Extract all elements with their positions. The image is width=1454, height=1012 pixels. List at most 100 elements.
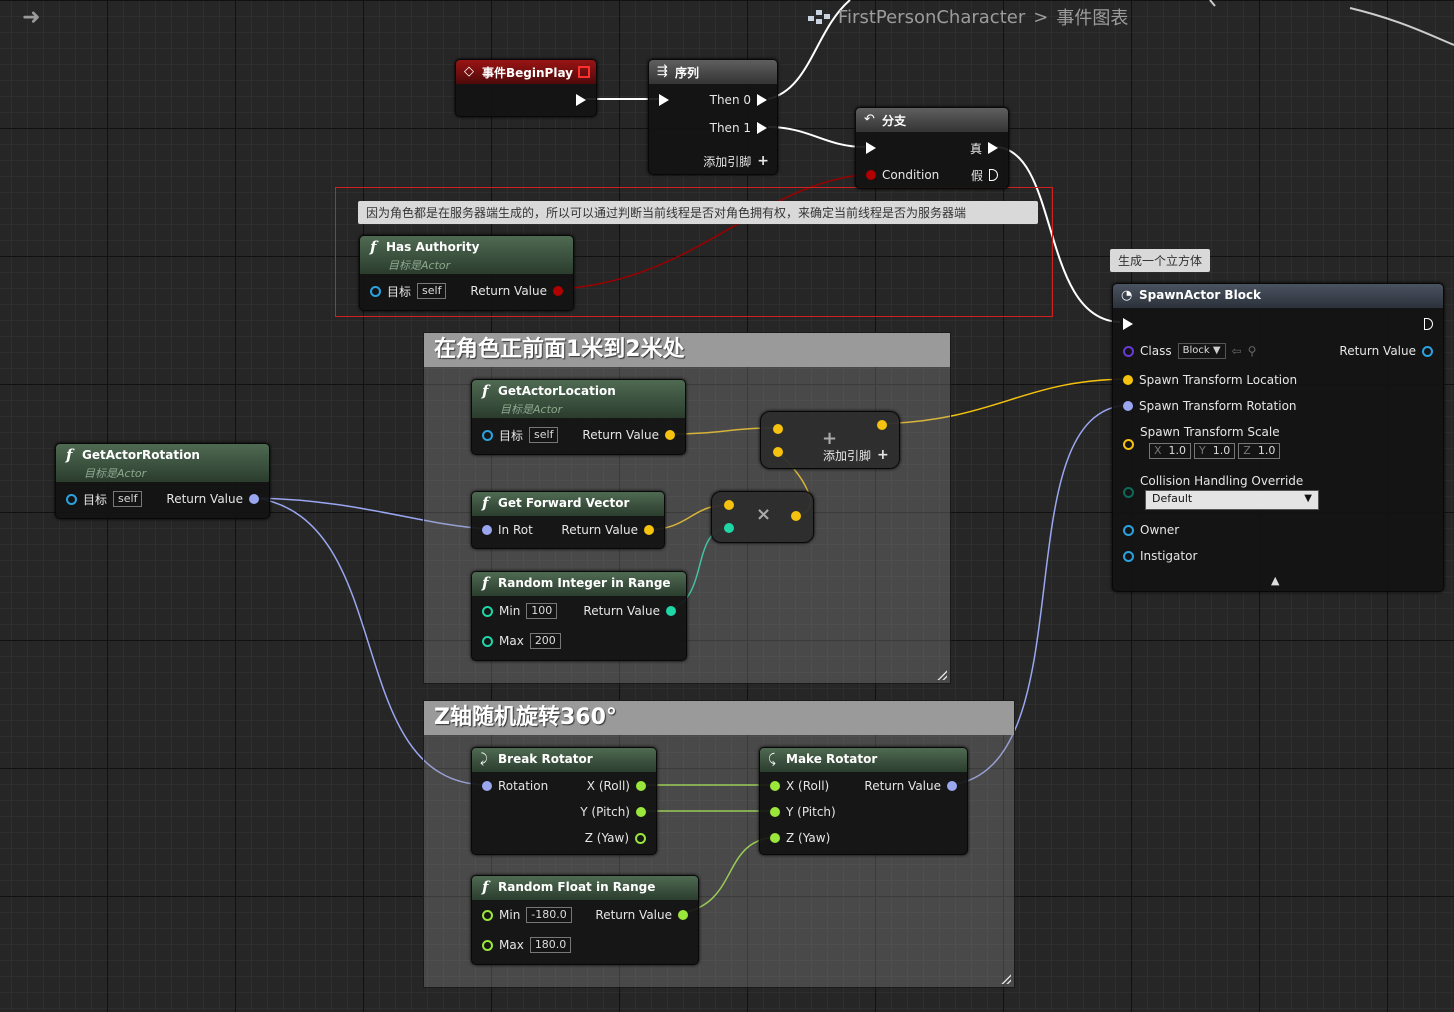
use-selected-arrow-icon[interactable]: ⇦: [1232, 344, 1242, 358]
then1-pin[interactable]: Then 1: [710, 120, 767, 136]
scale-x-input[interactable]: X 1.0: [1149, 443, 1192, 459]
float-pin-icon: [770, 781, 780, 791]
collision-pin[interactable]: Collision Handling Override: [1123, 473, 1303, 498]
spawn-comment-bubble[interactable]: 生成一个立方体: [1110, 249, 1211, 272]
scale-y-input[interactable]: Y 1.0: [1194, 443, 1236, 459]
max-value-input[interactable]: 180.0: [529, 937, 572, 953]
return-pin[interactable]: Return Value: [1339, 343, 1433, 359]
stop-square-icon: [578, 66, 590, 78]
collapse-advanced-icon[interactable]: ▲: [1271, 574, 1279, 587]
return-pin[interactable]: Return Value: [561, 522, 654, 538]
node-header: ⤸ Break Rotator: [472, 748, 656, 772]
exec-out-pin[interactable]: [576, 92, 586, 108]
vector-pin-icon[interactable]: [773, 424, 783, 434]
false-pin[interactable]: 假: [971, 167, 998, 183]
spawn-scale-pin[interactable]: Spawn Transform Scale: [1123, 424, 1280, 450]
vector-pin-icon[interactable]: [791, 511, 801, 521]
node-get-actor-location[interactable]: f GetActorLocation 目标是Actor 目标 self Retur…: [471, 379, 686, 455]
true-pin[interactable]: 真: [970, 140, 998, 156]
return-pin[interactable]: Return Value: [583, 603, 676, 619]
spawn-location-pin[interactable]: Spawn Transform Location: [1123, 372, 1297, 388]
exec-in-pin[interactable]: [866, 140, 876, 156]
node-vector-multiply[interactable]: ×: [711, 491, 814, 543]
node-sequence[interactable]: ⇶ 序列 Then 0 Then 1 添加引脚 +: [648, 59, 778, 175]
return-pin[interactable]: Return Value: [470, 283, 563, 299]
function-icon: f: [482, 494, 489, 512]
exec-pin-icon: [988, 142, 998, 154]
vector-pin-icon[interactable]: [773, 447, 783, 457]
node-break-rotator[interactable]: ⤸ Break Rotator Rotation X (Roll) Y (Pit…: [471, 747, 657, 855]
min-value-input[interactable]: 100: [526, 603, 558, 619]
condition-pin[interactable]: Condition: [866, 167, 939, 183]
vector-pin-icon[interactable]: [877, 420, 887, 430]
min-pin[interactable]: Min 100: [482, 603, 558, 619]
exec-in-pin[interactable]: [1123, 316, 1133, 332]
bool-pin-icon: [553, 286, 563, 296]
x-roll-pin[interactable]: X (Roll): [587, 778, 646, 794]
z-yaw-pin[interactable]: Z (Yaw): [585, 830, 646, 846]
group-title[interactable]: Z轴随机旋转360°: [424, 701, 1014, 735]
resize-grip-icon[interactable]: [935, 668, 947, 680]
node-vector-add[interactable]: + 添加引脚 +: [760, 411, 900, 469]
z-yaw-pin[interactable]: Z (Yaw): [770, 830, 830, 846]
return-pin[interactable]: Return Value: [864, 778, 957, 794]
scale-z-input[interactable]: Z 1.0: [1238, 443, 1281, 459]
pin-label: Min: [499, 604, 521, 618]
node-random-integer[interactable]: f Random Integer in Range Min 100 Max 200 …: [471, 571, 687, 661]
rotation-pin[interactable]: Rotation: [482, 778, 548, 794]
resize-grip-icon[interactable]: [999, 972, 1011, 984]
pin-label: 添加引脚: [703, 154, 752, 169]
node-get-forward-vector[interactable]: f Get Forward Vector In Rot Return Value: [471, 491, 665, 549]
browse-search-icon[interactable]: ⚲: [1248, 344, 1257, 358]
min-pin[interactable]: Min -180.0: [482, 907, 572, 923]
node-make-rotator[interactable]: ⤹ Make Rotator X (Roll) Y (Pitch) Z (Yaw…: [759, 747, 968, 855]
return-pin[interactable]: Return Value: [166, 491, 259, 507]
in-rot-pin[interactable]: In Rot: [482, 522, 533, 538]
node-random-float[interactable]: f Random Float in Range Min -180.0 Max 180…: [471, 875, 699, 965]
max-pin[interactable]: Max 180.0: [482, 937, 572, 953]
authority-comment-bubble[interactable]: 因为角色都是在服务器端生成的，所以可以通过判断当前线程是否对角色拥有权，来确定当…: [358, 201, 1038, 224]
vector-pin-icon[interactable]: [724, 500, 734, 510]
node-has-authority[interactable]: f Has Authority 目标是Actor 目标 self Return V…: [359, 235, 574, 311]
instigator-pin[interactable]: Instigator: [1123, 548, 1197, 564]
target-pin[interactable]: 目标 self: [370, 283, 447, 299]
exec-pin-hollow-icon: [989, 169, 998, 181]
target-pin[interactable]: 目标 self: [482, 427, 559, 443]
breadcrumb-root[interactable]: FirstPersonCharacter: [838, 7, 1025, 28]
pin-label: 添加引脚: [823, 448, 872, 463]
target-pin[interactable]: 目标 self: [66, 491, 143, 507]
exec-in-pin[interactable]: [659, 92, 669, 108]
int-pin-icon[interactable]: [724, 523, 734, 533]
class-pin[interactable]: Class Block ▼ ⇦ ⚲: [1123, 343, 1256, 359]
pin-label: Z (Yaw): [584, 831, 629, 845]
class-dropdown[interactable]: Block ▼: [1177, 343, 1226, 359]
max-pin[interactable]: Max 200: [482, 633, 561, 649]
spawn-rotation-pin[interactable]: Spawn Transform Rotation: [1123, 398, 1297, 414]
then0-pin[interactable]: Then 0: [710, 92, 767, 108]
breadcrumb-current[interactable]: 事件图表: [1056, 4, 1128, 30]
node-event-beginplay[interactable]: ◇ 事件BeginPlay: [455, 59, 597, 117]
y-pitch-pin[interactable]: Y (Pitch): [580, 804, 646, 820]
group-title[interactable]: 在角色正前面1米到2米处: [424, 333, 950, 367]
exec-out-pin[interactable]: [1424, 316, 1433, 332]
pin-label: Return Value: [583, 604, 660, 618]
return-pin[interactable]: Return Value: [595, 907, 688, 923]
class-value: Block: [1182, 345, 1210, 356]
node-branch[interactable]: ↶ 分支 真 Condition 假: [855, 107, 1009, 189]
min-value-input[interactable]: -180.0: [526, 907, 572, 923]
back-arrow-icon[interactable]: ➜: [22, 5, 40, 30]
x-roll-pin[interactable]: X (Roll): [770, 778, 829, 794]
owner-pin[interactable]: Owner: [1123, 522, 1179, 538]
node-spawn-actor[interactable]: ◔ SpawnActor Block Class Block ▼ ⇦ ⚲ Ret…: [1112, 283, 1444, 592]
collision-dropdown[interactable]: Default ▼: [1145, 490, 1319, 510]
add-pin-button[interactable]: 添加引脚 +: [823, 447, 889, 463]
y-pitch-pin[interactable]: Y (Pitch): [770, 804, 836, 820]
node-get-actor-rotation[interactable]: f GetActorRotation 目标是Actor 目标 self Retur…: [55, 443, 270, 519]
multiply-operator-icon: ×: [756, 504, 772, 525]
max-value-input[interactable]: 200: [529, 633, 561, 649]
add-pin-button[interactable]: 添加引脚 +: [703, 153, 769, 169]
node-title: GetActorLocation: [498, 384, 616, 398]
pin-label: Owner: [1140, 523, 1180, 537]
return-pin[interactable]: Return Value: [582, 427, 675, 443]
pin-label: Y (Pitch): [580, 805, 630, 819]
